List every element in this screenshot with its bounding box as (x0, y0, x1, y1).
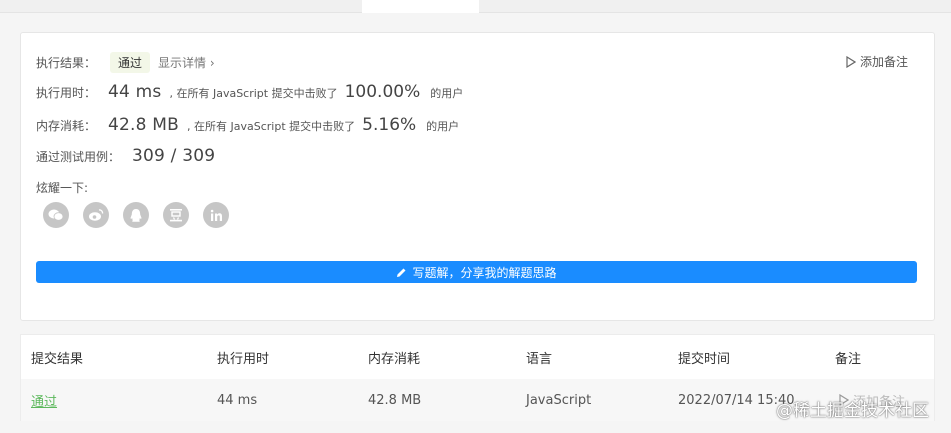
exec-result-row: 执行结果： 通过 显示详情 › (36, 52, 215, 73)
tests-row: 通过测试用例： 309 / 309 (36, 146, 223, 166)
show-details-link[interactable]: 显示详情 › (158, 54, 215, 71)
runtime-label: 执行用时： (36, 86, 97, 100)
write-solution-label: 写题解，分享我的解题思路 (412, 265, 557, 280)
tests-label: 通过测试用例： (36, 150, 121, 164)
active-tab[interactable] (362, 0, 479, 13)
qq-icon[interactable] (123, 202, 149, 228)
memory-label: 内存消耗： (36, 119, 97, 133)
write-solution-button[interactable]: 写题解，分享我的解题思路 (36, 261, 917, 283)
row-memory: 42.8 MB (368, 392, 422, 408)
header-note: 备注 (835, 351, 862, 367)
runtime-percent: 100.00% (344, 82, 421, 102)
runtime-users-suffix: 的用户 (430, 87, 464, 100)
memory-row: 内存消耗： 42.8 MB , 在所有 JavaScript 提交中击败了 5.… (36, 115, 459, 135)
header-submit-time: 提交时间 (678, 351, 731, 367)
status-badge: 通过 (110, 52, 151, 73)
share-row: 炫耀一下: (36, 179, 88, 196)
row-status-link[interactable]: 通过 (31, 379, 57, 421)
add-note-label: 添加备注 (859, 55, 908, 69)
wechat-icon[interactable] (43, 202, 69, 228)
runtime-row: 执行用时： 44 ms , 在所有 JavaScript 提交中击败了 100.… (36, 82, 463, 102)
header-language: 语言 (526, 351, 553, 367)
memory-value: 42.8 MB (108, 115, 180, 135)
tests-value: 309 / 309 (132, 146, 216, 166)
pencil-icon (397, 268, 406, 277)
table-header: 提交结果 执行用时 内存消耗 语言 提交时间 备注 (21, 335, 934, 379)
memory-users-suffix: 的用户 (426, 120, 460, 133)
row-runtime: 44 ms (217, 392, 258, 408)
share-icons (43, 202, 229, 228)
header-status: 提交结果 (31, 351, 84, 367)
linkedin-icon[interactable] (203, 202, 229, 228)
exec-result-label: 执行结果： (36, 56, 97, 70)
weibo-icon[interactable] (83, 202, 109, 228)
add-note-button[interactable]: 添加备注 (846, 53, 908, 70)
submission-result-card: 执行结果： 通过 显示详情 › 添加备注 执行用时： 44 ms , 在所有 J… (20, 32, 935, 321)
flag-icon (846, 55, 856, 68)
runtime-text: , 在所有 JavaScript 提交中击败了 (169, 87, 338, 100)
header-memory: 内存消耗 (368, 351, 421, 367)
watermark: @稀土掘金技术社区 (776, 401, 929, 421)
header-runtime: 执行用时 (217, 351, 270, 367)
douban-icon[interactable] (163, 202, 189, 228)
memory-text: , 在所有 JavaScript 提交中击败了 (187, 120, 356, 133)
row-language: JavaScript (526, 392, 592, 408)
share-label: 炫耀一下: (36, 181, 89, 195)
runtime-value: 44 ms (108, 82, 162, 102)
memory-percent: 5.16% (362, 115, 417, 135)
